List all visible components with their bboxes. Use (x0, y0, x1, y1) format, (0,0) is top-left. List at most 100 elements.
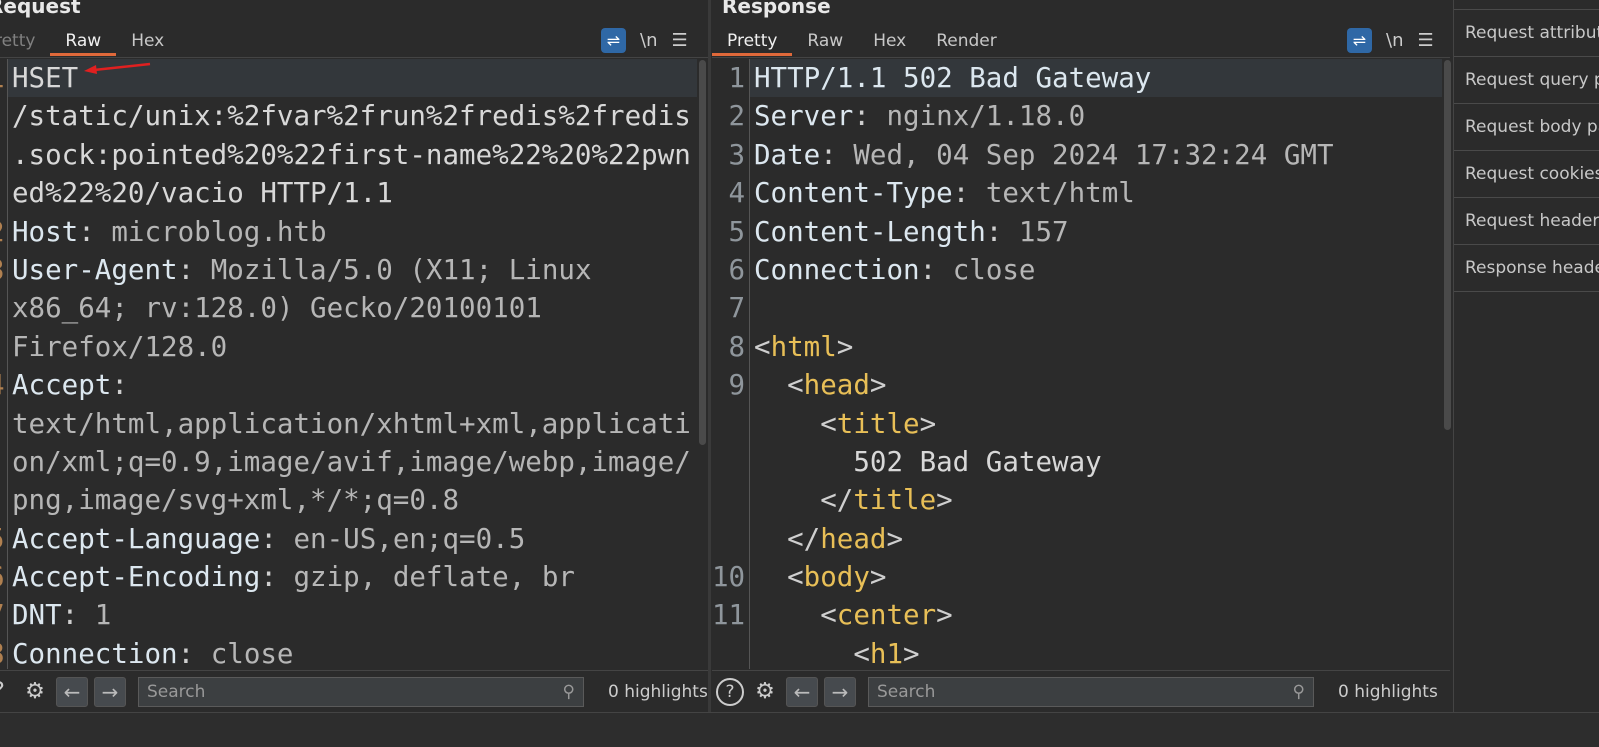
code-line: png,image/svg+xml,*/*;q=0.8 (0, 481, 697, 520)
inspector-response-headers[interactable]: Response headers (1454, 245, 1599, 292)
text: HSET (12, 62, 79, 94)
header-value: text/html,application/xhtml+xml,applicat… (12, 407, 691, 440)
back-button[interactable]: ← (56, 676, 88, 707)
html-tag: title (853, 484, 937, 517)
help-icon[interactable]: ? (716, 677, 744, 706)
header-name: Content-Type (754, 177, 953, 210)
tab-hex[interactable]: Hex (858, 28, 921, 56)
response-title: Response (722, 0, 831, 18)
punctuation: : (820, 138, 854, 171)
line-content: </head> (750, 520, 1442, 558)
header-value: en-US,en;q=0.5 (293, 522, 526, 555)
tab-render[interactable]: Render (921, 28, 1012, 56)
code-line: text/html,application/xhtml+xml,applicat… (0, 404, 697, 443)
html-tag: body (803, 561, 870, 594)
inspector-request-attributes[interactable]: Request attributes (1454, 10, 1599, 57)
code-line: 2 Server: nginx/1.18.0 (712, 97, 1442, 136)
tab-raw[interactable]: Raw (50, 28, 117, 56)
punctuation: : (177, 637, 211, 669)
html-tag: head (820, 522, 887, 555)
header-value: text/html (985, 177, 1135, 210)
line-number: 10 (712, 558, 750, 597)
line-content: ed%22%20/vacio HTTP/1.1 (8, 174, 697, 212)
line-content: /static/unix:%2fvar%2frun%2fredis%2fredi… (8, 97, 697, 135)
panel-splitter[interactable] (708, 0, 711, 712)
html-tag: html (770, 330, 837, 363)
line-number: 4 (712, 174, 750, 213)
code-line: 3 Date: Wed, 04 Sep 2024 17:32:24 GMT (712, 135, 1442, 175)
punctuation: : (985, 215, 1019, 248)
line-number (0, 404, 8, 443)
line-content: Content-Type: text/html (750, 174, 1442, 212)
request-search-input[interactable]: Search ⚲ (138, 676, 584, 707)
header-value: Wed, 04 Sep 2024 17:32:24 GMT (853, 138, 1334, 171)
line-number: 5 (0, 519, 8, 559)
help-icon[interactable]: ? (0, 677, 14, 707)
header-value: Mozilla/5.0 (X11; Linux (210, 253, 592, 286)
punctuation: : (260, 522, 294, 555)
punctuation: : (853, 100, 887, 133)
code-line: 4Accept: (0, 366, 697, 405)
header-value: 157 (1018, 215, 1069, 248)
punctuation: > (903, 637, 920, 669)
header-value: png,image/svg+xml,*/*;q=0.8 (12, 484, 460, 517)
header-name: User-Agent (12, 253, 178, 286)
line-content: Firefox/128.0 (8, 328, 697, 366)
code-line: 6 Connection: close (712, 250, 1442, 290)
inspector-request-headers[interactable]: Request headers (1454, 198, 1599, 245)
request-scrollbar[interactable] (699, 60, 706, 445)
tab-pretty[interactable]: Pretty (712, 28, 793, 56)
tab-hex[interactable]: Hex (116, 28, 179, 56)
code-line: on/xml;q=0.9,image/avif,image/webp,image… (0, 442, 697, 482)
wrap-lines-icon[interactable]: ⇌ (601, 28, 626, 53)
header-value: on/xml;q=0.9,image/avif,image/webp,image… (12, 445, 691, 478)
text: 502 Bad Gateway (754, 445, 1102, 478)
line-number (712, 404, 750, 443)
tab-pretty[interactable]: Pretty (0, 28, 50, 56)
line-content: <h1> (750, 635, 1442, 669)
code-line: 1 HTTP/1.1 502 Bad Gateway (712, 59, 1442, 98)
inspector-panel: Request attributes Request query paramet… (1453, 0, 1599, 712)
newline-toggle[interactable]: \n (1386, 30, 1403, 51)
response-scrollbar[interactable] (1444, 60, 1451, 430)
response-editor[interactable]: 1 HTTP/1.1 502 Bad Gateway 2 Server: nginx/… (712, 59, 1442, 669)
code-line: 8 <html> (712, 327, 1442, 367)
inspector-request-body[interactable]: Request body parameters (1454, 104, 1599, 151)
code-line: 11 <center> (712, 596, 1442, 635)
punctuation: < (754, 599, 837, 632)
forward-button[interactable]: → (94, 676, 126, 707)
request-editor[interactable]: 1HSET/static/unix:%2fvar%2frun%2fredis%2… (0, 59, 697, 669)
tab-raw[interactable]: Raw (792, 28, 858, 56)
punctuation: > (869, 369, 887, 402)
line-number: 5 (712, 212, 750, 251)
red-arrow-annotation (84, 62, 151, 74)
line-number: 3 (712, 135, 750, 175)
header-name: Accept-Encoding (12, 561, 261, 594)
line-number: 6 (0, 558, 8, 597)
response-search-input[interactable]: Search ⚲ (868, 676, 1314, 707)
html-tag: h1 (869, 637, 904, 669)
punctuation: > (869, 561, 887, 594)
text: /static/unix:%2fvar%2frun%2fredis%2fredi… (12, 100, 691, 133)
line-number (0, 481, 8, 520)
hamburger-menu-icon[interactable]: ☰ (671, 30, 687, 51)
header-name: Server (754, 100, 854, 133)
line-number: 2 (0, 212, 8, 251)
code-line: 8Connection: close (0, 634, 697, 669)
line-content: Accept: (8, 366, 697, 404)
punctuation: > (936, 599, 953, 632)
forward-button[interactable]: → (824, 676, 856, 707)
header-name: Accept (12, 369, 112, 402)
line-number (0, 442, 8, 482)
header-value: close (210, 637, 294, 669)
inspector-request-cookies[interactable]: Request cookies (1454, 151, 1599, 198)
gear-icon[interactable]: ⚙ (20, 677, 50, 707)
wrap-lines-icon[interactable]: ⇌ (1347, 28, 1372, 53)
line-content: Accept-Encoding: gzip, deflate, br (8, 558, 697, 596)
inspector-request-query[interactable]: Request query parameters (1454, 57, 1599, 104)
punctuation: </ (754, 522, 821, 555)
newline-toggle[interactable]: \n (640, 30, 657, 51)
hamburger-menu-icon[interactable]: ☰ (1417, 30, 1433, 51)
gear-icon[interactable]: ⚙ (750, 677, 780, 707)
back-button[interactable]: ← (786, 676, 818, 707)
